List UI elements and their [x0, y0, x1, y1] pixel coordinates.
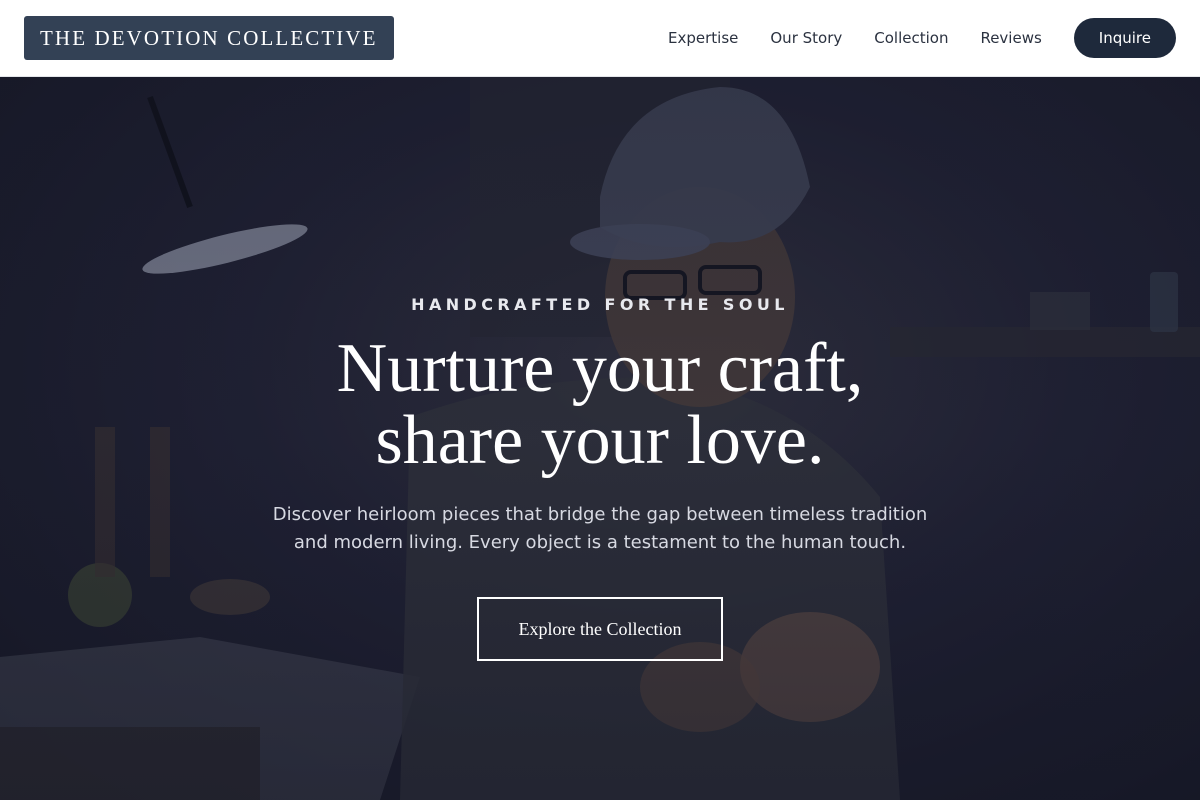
headline-line-2: share your love.	[375, 402, 825, 479]
explore-collection-button[interactable]: Explore the Collection	[477, 597, 723, 661]
site-header: THE DEVOTION COLLECTIVE Expertise Our St…	[0, 0, 1200, 77]
nav-link-expertise[interactable]: Expertise	[668, 29, 738, 47]
nav-link-our-story[interactable]: Our Story	[770, 29, 842, 47]
hero-content: HANDCRAFTED FOR THE SOUL Nurture your cr…	[0, 77, 1200, 800]
brand-logo[interactable]: THE DEVOTION COLLECTIVE	[24, 16, 394, 60]
main-nav: Expertise Our Story Collection Reviews I…	[668, 18, 1176, 58]
inquire-button[interactable]: Inquire	[1073, 18, 1176, 58]
nav-link-reviews[interactable]: Reviews	[980, 29, 1041, 47]
nav-link-collection[interactable]: Collection	[874, 29, 948, 47]
hero-section: HANDCRAFTED FOR THE SOUL Nurture your cr…	[0, 77, 1200, 800]
hero-subtext: Discover heirloom pieces that bridge the…	[272, 504, 928, 553]
hero-headline: Nurture your craft, share your love.	[200, 333, 1000, 477]
headline-line-1: Nurture your craft,	[336, 330, 864, 407]
hero-eyebrow: HANDCRAFTED FOR THE SOUL	[411, 295, 789, 314]
